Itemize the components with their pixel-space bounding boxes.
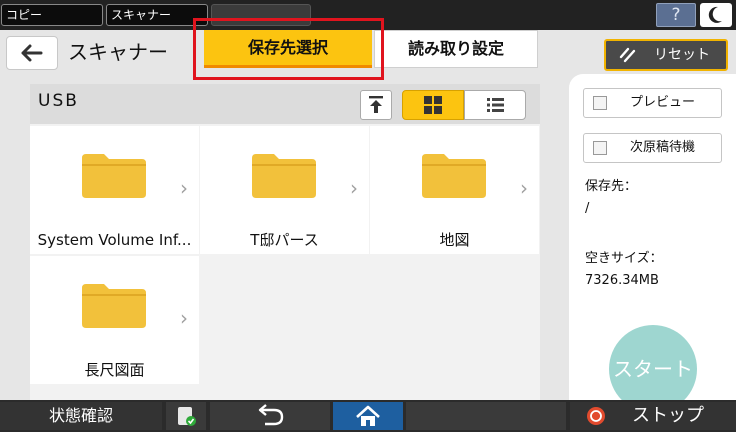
job-status-icon (178, 407, 196, 426)
help-icon: ? (671, 5, 681, 25)
stop-button[interactable]: ストップ (570, 402, 736, 430)
back-button[interactable] (6, 36, 58, 70)
reset-label: リセット (654, 47, 710, 63)
home-icon (356, 405, 380, 426)
main-panel: スキャナー 保存先選択 読み取り設定 リセット USB › System Vol… (0, 18, 736, 413)
destination-label: 保存先： (585, 179, 638, 194)
current-path: USB (38, 91, 79, 111)
free-space-label: 空きサイズ： (585, 251, 663, 266)
folder-icon (252, 154, 316, 198)
folder-tile[interactable]: › T邸パース (200, 126, 369, 254)
folder-icon (422, 154, 486, 198)
file-browser: USB › System Volume Inf... › T邸パース › 地図 … (30, 84, 540, 400)
night-mode-button[interactable] (700, 3, 732, 27)
bottom-bar: 状態確認 ストップ (0, 400, 736, 432)
folder-tile[interactable]: › System Volume Inf... (30, 126, 199, 254)
side-panel: プレビュー 次原稿待機 保存先： / 空きサイズ： 7326.34MB スタート (569, 74, 736, 413)
moon-icon (708, 6, 722, 23)
next-original-label: 次原稿待機 (630, 140, 696, 155)
folder-tile[interactable]: › 地図 (370, 126, 539, 254)
stop-icon (587, 407, 605, 425)
chevron-right-icon: › (520, 176, 528, 200)
back-arrow-icon (21, 44, 43, 62)
next-original-checkbox[interactable]: 次原稿待機 (583, 133, 722, 163)
preview-label: プレビュー (630, 95, 696, 110)
browser-header: USB (30, 84, 540, 124)
parent-folder-button[interactable] (360, 90, 392, 120)
chevron-right-icon: › (350, 176, 358, 200)
destination-value: / (585, 201, 590, 216)
tab-scan-settings[interactable]: 読み取り設定 (374, 30, 538, 68)
status-check-button[interactable]: 状態確認 (0, 402, 162, 430)
list-view-icon (487, 98, 504, 112)
highlight-box (193, 18, 384, 80)
reset-icon (619, 47, 636, 63)
folder-name: 地図 (439, 231, 470, 249)
screen-title: スキャナー (68, 40, 168, 64)
folder-name: T邸パース (250, 231, 319, 249)
grid-view-button[interactable] (402, 90, 464, 120)
chevron-right-icon: › (180, 306, 188, 330)
folder-name: 長尺図面 (84, 361, 145, 379)
home-button[interactable] (333, 402, 403, 430)
undo-button[interactable] (210, 402, 330, 430)
chevron-right-icon: › (180, 176, 188, 200)
free-space-value: 7326.34MB (585, 273, 659, 288)
reset-button[interactable]: リセット (604, 39, 728, 71)
list-view-button[interactable] (464, 90, 526, 120)
folder-tile[interactable]: › 長尺図面 (30, 256, 199, 384)
bottom-empty-slot (406, 402, 566, 430)
help-button[interactable]: ? (656, 3, 696, 27)
stop-label: ストップ (632, 405, 704, 426)
folder-icon (82, 284, 146, 328)
folder-icon (82, 154, 146, 198)
preview-checkbox[interactable]: プレビュー (583, 88, 722, 118)
upload-icon (369, 96, 383, 113)
folder-name: System Volume Inf... (37, 231, 192, 249)
checkbox-icon (593, 96, 607, 110)
app-tab-copy[interactable]: コピー (1, 4, 103, 26)
grid-view-icon (424, 96, 442, 114)
job-status-button[interactable] (166, 402, 206, 430)
undo-icon (258, 404, 284, 426)
checkbox-icon (593, 141, 607, 155)
